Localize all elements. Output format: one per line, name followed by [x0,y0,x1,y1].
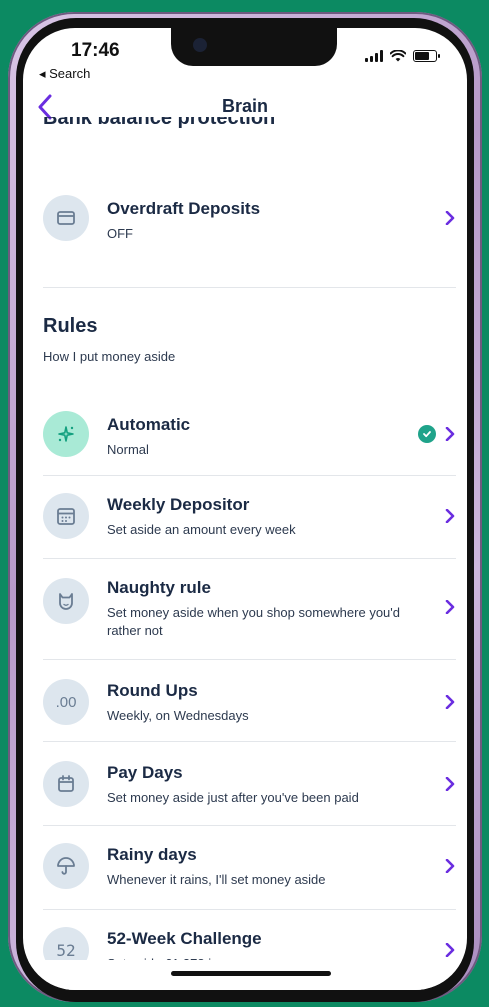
cat-face-icon [43,578,89,624]
chevron-right-icon [445,943,455,957]
row-title: Round Ups [107,681,198,700]
row-title: Rainy days [107,845,197,864]
divider [43,659,456,660]
rule-row-automatic[interactable]: Automatic Normal [43,411,456,461]
row-title: Naughty rule [107,578,211,597]
card-icon [43,195,89,241]
app-screen: 17:46 ◂ Search Brain Bank balance protec… [23,28,467,990]
status-icons [365,50,440,62]
row-title: Pay Days [107,763,183,782]
row-subtitle: OFF [107,226,133,241]
overdraft-deposits-row[interactable]: Overdraft Deposits OFF [43,195,456,255]
divider [43,287,456,288]
section-heading-cut: Bank balance protection [43,117,276,129]
chevron-right-icon [445,859,455,873]
status-back-link[interactable]: ◂ Search [39,66,90,82]
rules-section-subtitle: How I put money aside [43,349,176,364]
row-subtitle: Normal [107,442,149,457]
rule-row-rainy-days[interactable]: Rainy days Whenever it rains, I'll set m… [43,843,456,893]
chevron-right-icon [445,509,455,523]
sparkle-icon [43,411,89,457]
calendar-grid-icon [43,493,89,539]
page-title: Brain [221,96,268,116]
status-time: 17:46 [71,40,120,61]
row-title: 52-Week Challenge [107,929,262,948]
divider [43,475,456,476]
signal-icon [365,50,383,62]
umbrella-icon [43,843,89,889]
rule-row-weekly-depositor[interactable]: Weekly Depositor Set aside an amount eve… [43,493,456,543]
divider [43,741,456,742]
row-subtitle: Set money aside when you shop somewhere … [107,605,400,638]
active-check-icon [418,425,436,443]
chevron-right-icon [445,600,455,614]
battery-icon [413,50,440,62]
rule-row-round-ups[interactable]: .00 Round Ups Weekly, on Wednesdays [43,679,456,729]
chevron-right-icon [445,777,455,791]
divider [43,825,456,826]
fifty-two-icon-text: 52 [56,940,76,960]
row-title: Overdraft Deposits [107,199,261,218]
notch [171,28,337,66]
divider [43,909,456,910]
chevron-right-icon [445,427,455,441]
rules-section-title: Rules [43,315,98,337]
row-title: Automatic [107,415,191,434]
calendar-icon [43,761,89,807]
rule-row-naughty-rule[interactable]: Naughty rule Set money aside when you sh… [43,578,456,648]
wifi-icon [390,50,406,62]
row-subtitle: Whenever it rains, I'll set money aside [107,872,326,887]
row-subtitle: Set money aside just after you've been p… [107,790,359,805]
row-title: Weekly Depositor [107,495,250,514]
rule-row-pay-days[interactable]: Pay Days Set money aside just after you'… [43,761,456,811]
row-subtitle: Weekly, on Wednesdays [107,708,249,723]
divider [43,558,456,559]
decimal-icon: .00 [43,679,89,725]
decimal-icon-text: .00 [55,693,77,711]
front-camera-icon [193,38,207,52]
home-indicator[interactable] [171,971,331,976]
row-subtitle: Set aside an amount every week [107,522,296,537]
chevron-right-icon [445,695,455,709]
chevron-right-icon [445,211,455,225]
